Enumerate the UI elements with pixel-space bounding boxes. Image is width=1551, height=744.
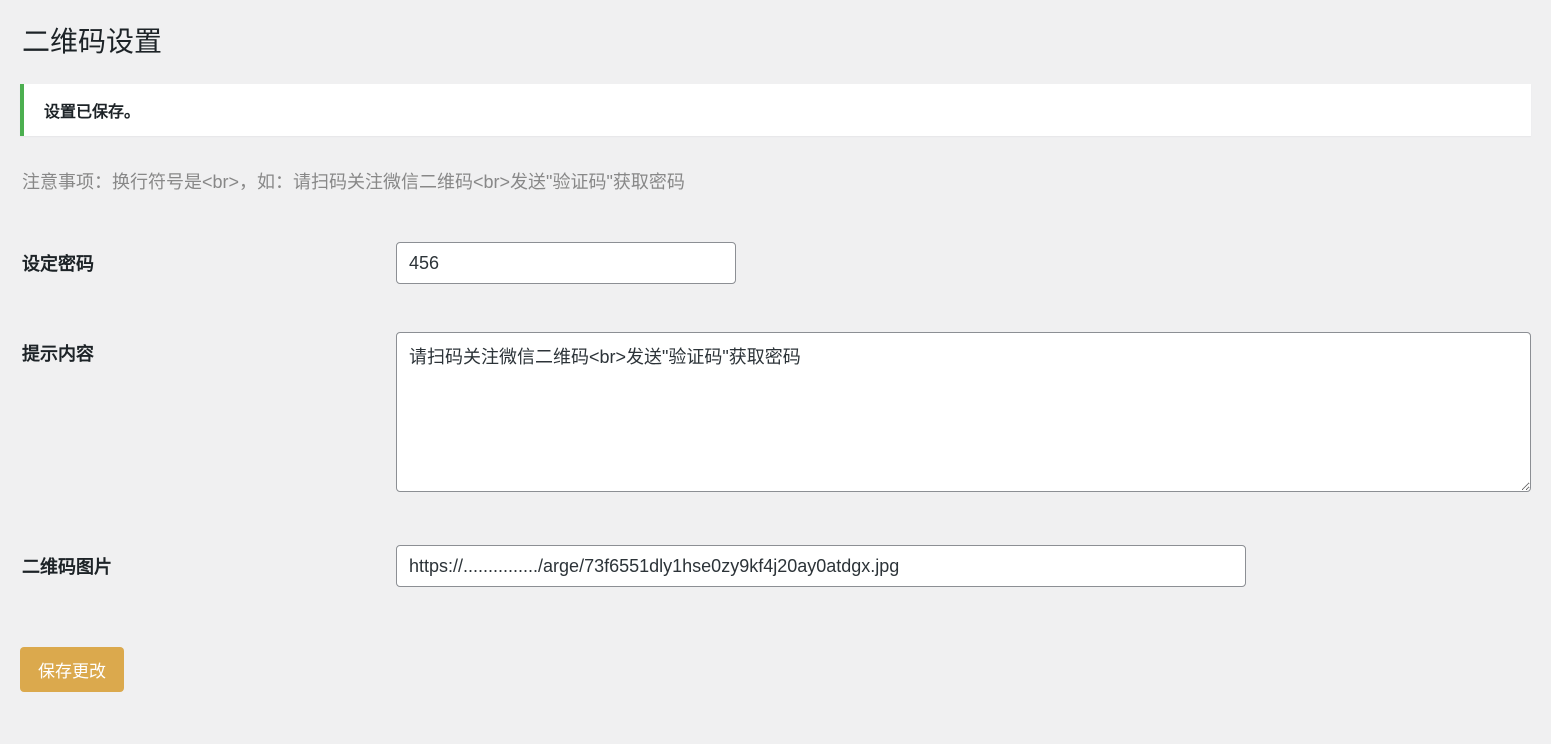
qrimage-row: 二维码图片: [20, 545, 1531, 587]
page-title: 二维码设置: [20, 20, 1531, 60]
password-row: 设定密码: [20, 242, 1531, 284]
prompt-textarea[interactable]: [396, 332, 1531, 492]
prompt-field-wrap: [396, 332, 1531, 497]
notice-text: 设置已保存。: [44, 98, 1511, 122]
qrimage-input[interactable]: [396, 545, 1246, 587]
help-text: 注意事项：换行符号是<br>，如：请扫码关注微信二维码<br>发送"验证码"获取…: [20, 168, 1531, 194]
save-button[interactable]: 保存更改: [20, 647, 124, 692]
prompt-row: 提示内容: [20, 332, 1531, 497]
password-field-wrap: [396, 242, 1531, 284]
qrimage-field-wrap: [396, 545, 1531, 587]
password-input[interactable]: [396, 242, 736, 284]
password-label: 设定密码: [20, 242, 396, 276]
prompt-label: 提示内容: [20, 332, 396, 366]
qrimage-label: 二维码图片: [20, 545, 396, 579]
settings-form: 设定密码 提示内容 二维码图片: [20, 242, 1531, 587]
success-notice: 设置已保存。: [20, 84, 1531, 136]
